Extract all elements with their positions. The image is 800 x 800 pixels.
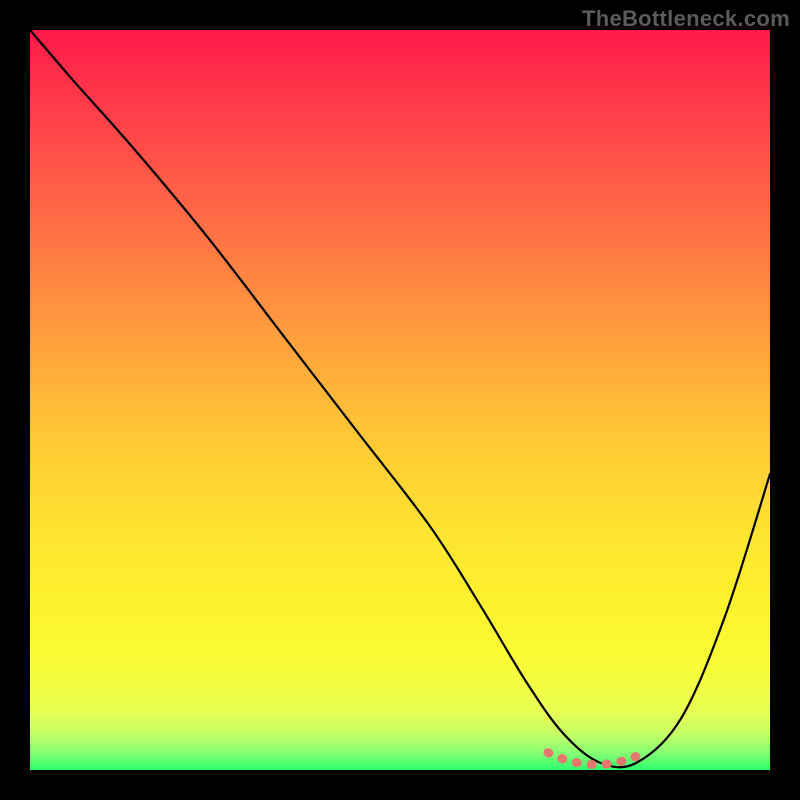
minimum-marker [548, 753, 644, 765]
chart-frame: TheBottleneck.com [0, 0, 800, 800]
watermark-text: TheBottleneck.com [582, 6, 790, 32]
plot-area [30, 30, 770, 770]
chart-svg [30, 30, 770, 770]
bottleneck-curve [30, 30, 770, 767]
